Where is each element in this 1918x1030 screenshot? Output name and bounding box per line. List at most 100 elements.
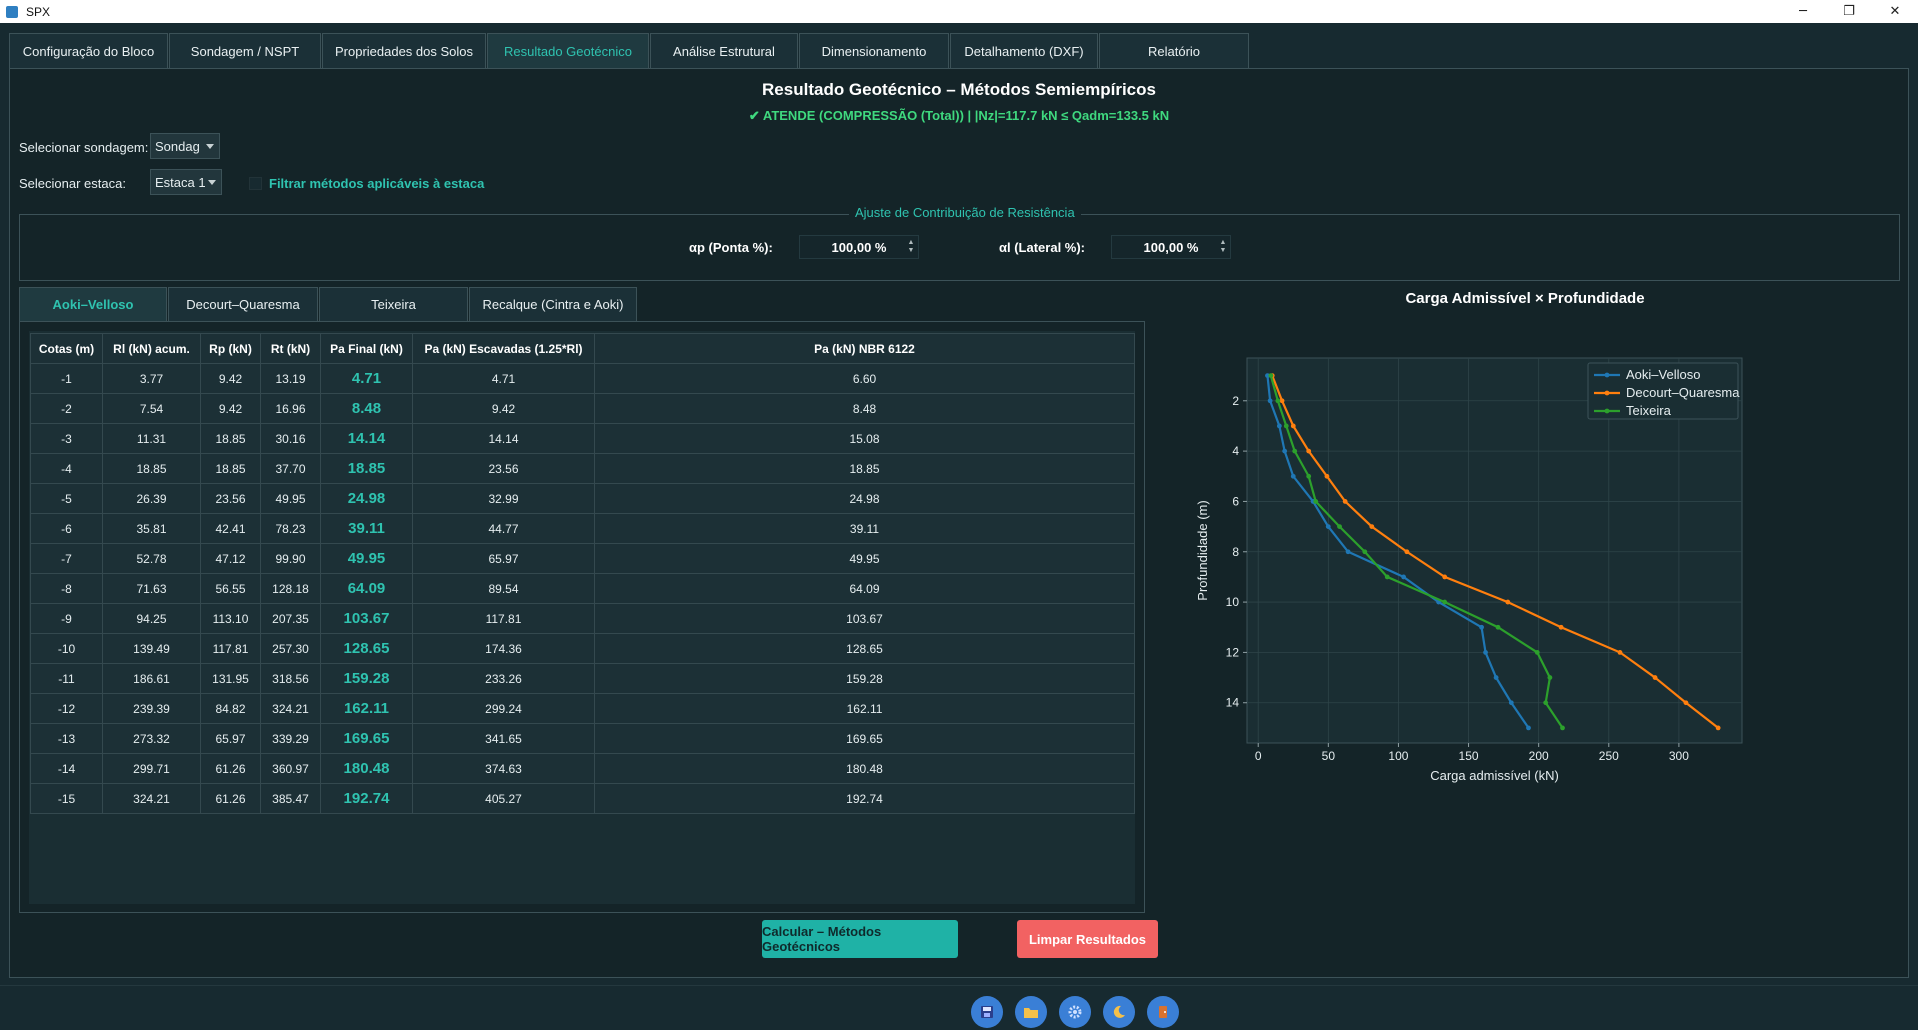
cell-cotas[interactable]: -8 [30, 573, 103, 604]
col-header-rl[interactable]: Rl (kN) acum. [102, 333, 201, 364]
cell-cotas[interactable]: -12 [30, 693, 103, 724]
filter-checkbox-label[interactable]: Filtrar métodos aplicáveis à estaca [269, 176, 484, 191]
sondagem-select[interactable]: Sondag [150, 133, 220, 159]
table-row[interactable]: -4 18.85 18.85 37.70 18.85 23.56 18.85 [30, 453, 1135, 484]
cell-pa-nbr[interactable]: 8.48 [594, 393, 1135, 424]
cell-pa-final[interactable]: 4.71 [320, 363, 413, 394]
cell-pa-nbr[interactable]: 18.85 [594, 453, 1135, 484]
cell-rl[interactable]: 3.77 [102, 363, 201, 394]
cell-cotas[interactable]: -14 [30, 753, 103, 784]
cell-rt[interactable]: 360.97 [260, 753, 321, 784]
cell-pa-escavadas[interactable]: 89.54 [412, 573, 595, 604]
cell-cotas[interactable]: -4 [30, 453, 103, 484]
cell-pa-escavadas[interactable]: 405.27 [412, 783, 595, 814]
tab-teixeira[interactable]: Teixeira [319, 287, 468, 322]
moon-icon[interactable] [1103, 996, 1135, 1028]
cell-rl[interactable]: 273.32 [102, 723, 201, 754]
cell-rl[interactable]: 94.25 [102, 603, 201, 634]
cell-pa-escavadas[interactable]: 32.99 [412, 483, 595, 514]
cell-rt[interactable]: 99.90 [260, 543, 321, 574]
cell-pa-nbr[interactable]: 103.67 [594, 603, 1135, 634]
cell-rp[interactable]: 9.42 [200, 393, 261, 424]
cell-rt[interactable]: 30.16 [260, 423, 321, 454]
table-row[interactable]: -6 35.81 42.41 78.23 39.11 44.77 39.11 [30, 513, 1135, 544]
cell-rp[interactable]: 42.41 [200, 513, 261, 544]
cell-pa-escavadas[interactable]: 9.42 [412, 393, 595, 424]
cell-pa-nbr[interactable]: 64.09 [594, 573, 1135, 604]
cell-rp[interactable]: 61.26 [200, 783, 261, 814]
cell-rp[interactable]: 47.12 [200, 543, 261, 574]
cell-pa-escavadas[interactable]: 4.71 [412, 363, 595, 394]
cell-pa-nbr[interactable]: 39.11 [594, 513, 1135, 544]
cell-rp[interactable]: 84.82 [200, 693, 261, 724]
cell-cotas[interactable]: -3 [30, 423, 103, 454]
cell-cotas[interactable]: -10 [30, 633, 103, 664]
cell-rl[interactable]: 18.85 [102, 453, 201, 484]
cell-rl[interactable]: 11.31 [102, 423, 201, 454]
tab-sondagem[interactable]: Sondagem / NSPT [169, 33, 321, 68]
tab-propriedades-solos[interactable]: Propriedades dos Solos [322, 33, 486, 68]
filter-checkbox[interactable] [249, 177, 262, 190]
cell-cotas[interactable]: -7 [30, 543, 103, 574]
cell-pa-escavadas[interactable]: 117.81 [412, 603, 595, 634]
cell-pa-escavadas[interactable]: 23.56 [412, 453, 595, 484]
tab-recalque[interactable]: Recalque (Cintra e Aoki) [469, 287, 637, 322]
tab-relatorio[interactable]: Relatório [1099, 33, 1249, 68]
table-row[interactable]: -12 239.39 84.82 324.21 162.11 299.24 162.11 [30, 693, 1135, 724]
cell-pa-nbr[interactable]: 169.65 [594, 723, 1135, 754]
close-button[interactable]: ✕ [1872, 0, 1918, 23]
tab-dimensionamento[interactable]: Dimensionamento [799, 33, 949, 68]
cell-pa-final[interactable]: 128.65 [320, 633, 413, 664]
cell-rt[interactable]: 339.29 [260, 723, 321, 754]
cell-cotas[interactable]: -6 [30, 513, 103, 544]
save-icon[interactable] [971, 996, 1003, 1028]
spin-arrows-icon[interactable]: ▲ ▼ [904, 236, 918, 258]
cell-pa-nbr[interactable]: 192.74 [594, 783, 1135, 814]
cell-pa-nbr[interactable]: 159.28 [594, 663, 1135, 694]
cell-pa-nbr[interactable]: 128.65 [594, 633, 1135, 664]
cell-cotas[interactable]: -9 [30, 603, 103, 634]
cell-pa-escavadas[interactable]: 341.65 [412, 723, 595, 754]
cell-rt[interactable]: 13.19 [260, 363, 321, 394]
maximize-button[interactable]: ❐ [1826, 0, 1872, 23]
calculate-button[interactable]: Calcular – Métodos Geotécnicos [762, 920, 958, 958]
cell-rt[interactable]: 324.21 [260, 693, 321, 724]
cell-pa-nbr[interactable]: 6.60 [594, 363, 1135, 394]
cell-rl[interactable]: 71.63 [102, 573, 201, 604]
cell-rp[interactable]: 113.10 [200, 603, 261, 634]
cell-cotas[interactable]: -1 [30, 363, 103, 394]
col-header-pa-final[interactable]: Pa Final (kN) [320, 333, 413, 364]
cell-rp[interactable]: 61.26 [200, 753, 261, 784]
folder-icon[interactable] [1015, 996, 1047, 1028]
cell-rt[interactable]: 37.70 [260, 453, 321, 484]
clear-results-button[interactable]: Limpar Resultados [1017, 920, 1158, 958]
col-header-rt[interactable]: Rt (kN) [260, 333, 321, 364]
cell-cotas[interactable]: -11 [30, 663, 103, 694]
alpha-ponta-spinbox[interactable]: 100,00 % ▲ ▼ [799, 235, 919, 259]
cell-rl[interactable]: 7.54 [102, 393, 201, 424]
cell-rl[interactable]: 139.49 [102, 633, 201, 664]
cell-rt[interactable]: 16.96 [260, 393, 321, 424]
cell-pa-final[interactable]: 39.11 [320, 513, 413, 544]
cell-pa-escavadas[interactable]: 299.24 [412, 693, 595, 724]
cell-pa-final[interactable]: 103.67 [320, 603, 413, 634]
col-header-rp[interactable]: Rp (kN) [200, 333, 261, 364]
table-row[interactable]: -15 324.21 61.26 385.47 192.74 405.27 192.74 [30, 783, 1135, 814]
cell-rp[interactable]: 23.56 [200, 483, 261, 514]
cell-rl[interactable]: 186.61 [102, 663, 201, 694]
cell-rl[interactable]: 26.39 [102, 483, 201, 514]
cell-rp[interactable]: 65.97 [200, 723, 261, 754]
cell-rp[interactable]: 117.81 [200, 633, 261, 664]
table-row[interactable]: -13 273.32 65.97 339.29 169.65 341.65 169.65 [30, 723, 1135, 754]
cell-rt[interactable]: 49.95 [260, 483, 321, 514]
cell-pa-final[interactable]: 18.85 [320, 453, 413, 484]
tab-analise-estrutural[interactable]: Análise Estrutural [650, 33, 798, 68]
table-row[interactable]: -5 26.39 23.56 49.95 24.98 32.99 24.98 [30, 483, 1135, 514]
cell-cotas[interactable]: -15 [30, 783, 103, 814]
table-row[interactable]: -11 186.61 131.95 318.56 159.28 233.26 159.28 [30, 663, 1135, 694]
cell-rl[interactable]: 35.81 [102, 513, 201, 544]
spin-arrows-icon[interactable]: ▲ ▼ [1216, 236, 1230, 258]
cell-pa-final[interactable]: 64.09 [320, 573, 413, 604]
cell-pa-final[interactable]: 162.11 [320, 693, 413, 724]
tab-aoki-velloso[interactable]: Aoki–Velloso [19, 287, 167, 322]
